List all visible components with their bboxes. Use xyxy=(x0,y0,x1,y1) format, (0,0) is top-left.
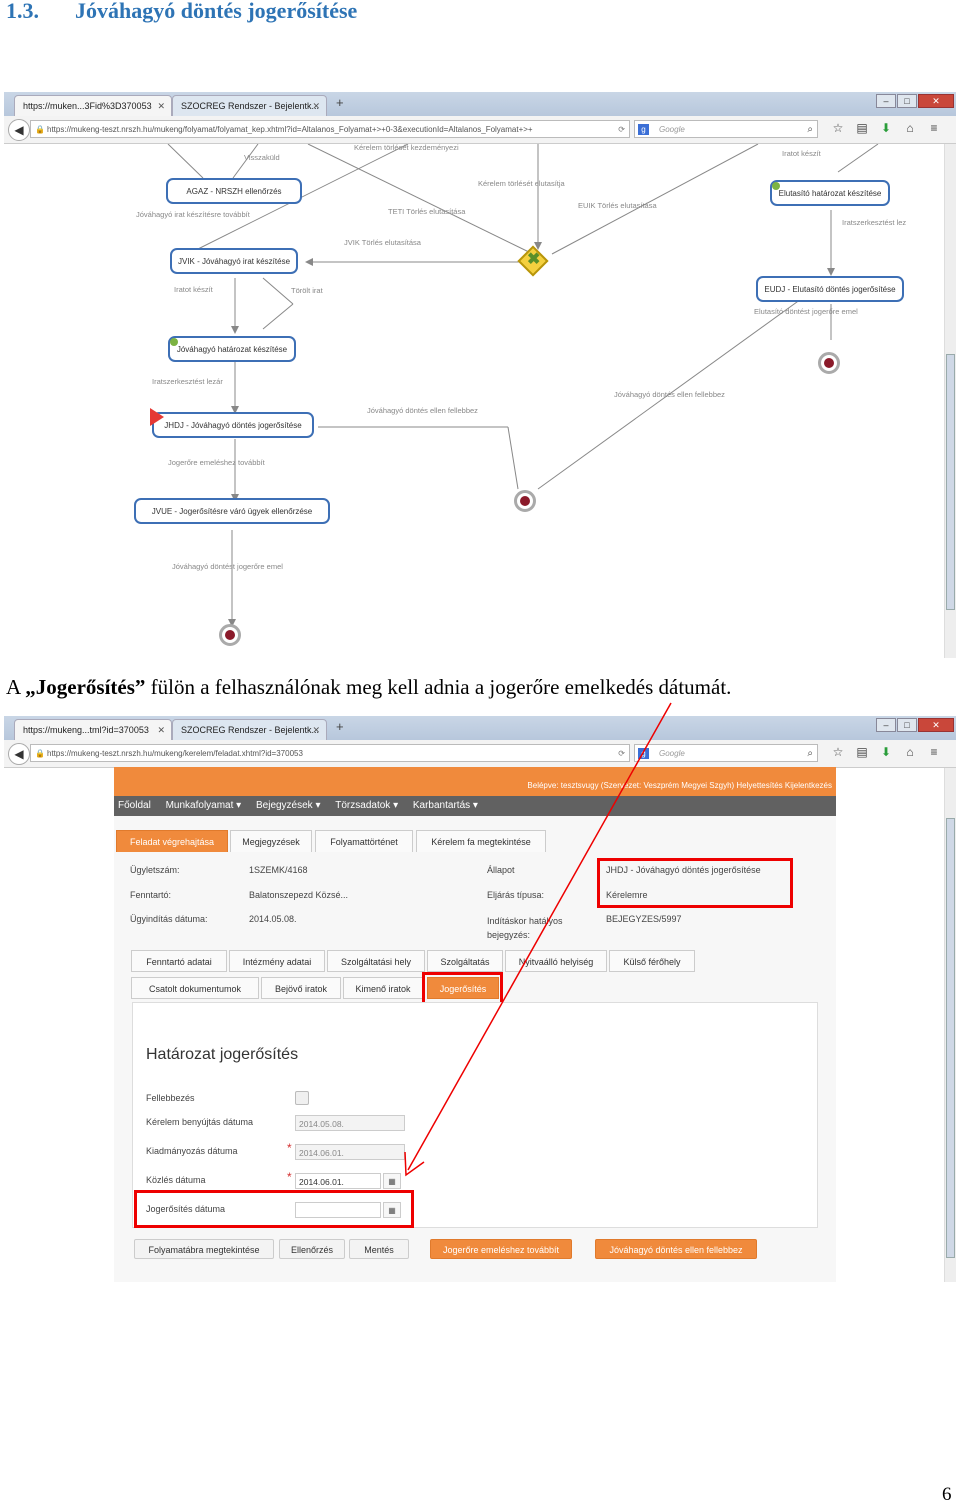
annotation-arrow xyxy=(404,702,672,1177)
page-number: 6 xyxy=(942,1484,952,1505)
